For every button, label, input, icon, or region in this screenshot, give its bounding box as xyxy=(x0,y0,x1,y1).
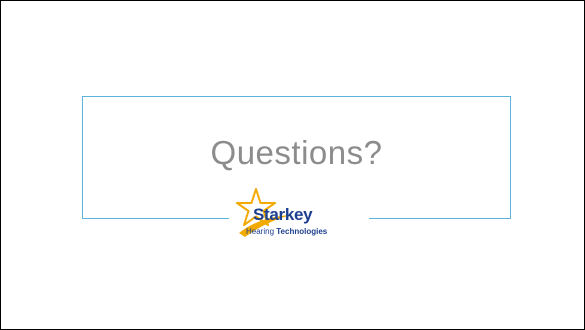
tagline-prefix: Hearing xyxy=(246,227,275,236)
slide-title: Questions? xyxy=(210,134,383,171)
brand-name: Starkey xyxy=(253,205,313,224)
brand-tagline: Hearing Technologies xyxy=(246,227,327,237)
tagline-bold: Technologies xyxy=(276,227,328,236)
slide-canvas: Questions? Starkey Hearing Technologies xyxy=(0,0,585,330)
starkey-logo: Starkey Hearing Technologies xyxy=(235,187,369,243)
